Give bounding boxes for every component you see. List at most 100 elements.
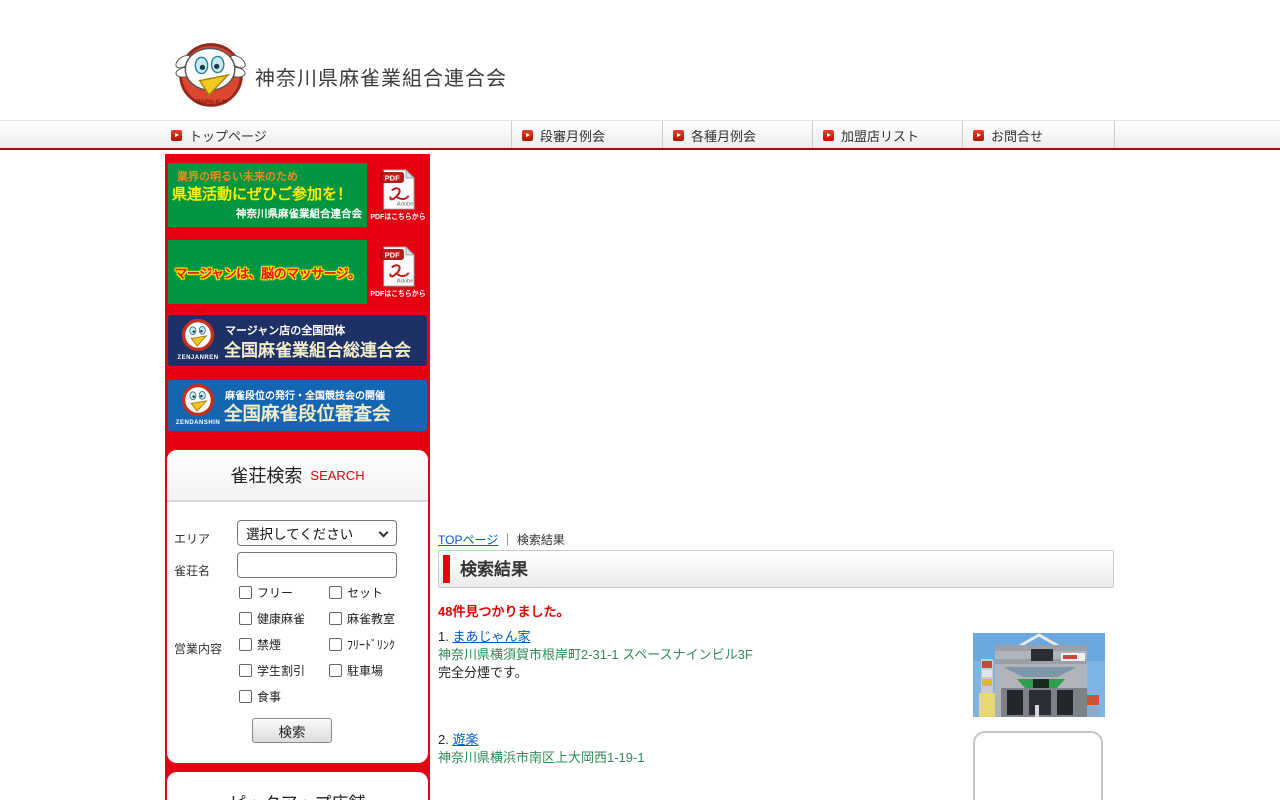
result-item-1: 1. まあじゃん家 神奈川県横須賀市根岸町2-31-1 スペースナインビル3F … — [438, 628, 753, 682]
bird-mascot-icon — [181, 383, 215, 417]
parlor-name-input[interactable] — [237, 552, 397, 578]
checkbox-label: 学生割引 — [257, 662, 305, 679]
nav-arrow-icon — [973, 130, 984, 141]
breadcrumb-separator: ｜ — [502, 533, 514, 547]
checkbox-no-smoking[interactable]: 禁煙 — [239, 636, 281, 653]
search-panel-title-en: SEARCH — [310, 468, 364, 483]
pdf-badge-label: PDF — [385, 173, 401, 182]
checkbox-icon[interactable] — [329, 638, 342, 651]
site-logo: TENPAI-KUN — [173, 36, 249, 112]
nav-item-contact[interactable]: お問合せ — [973, 121, 1043, 149]
nav-item-various-monthly[interactable]: 各種月例会 — [673, 121, 756, 149]
main-nav: トップページ 段審月例会 各種月例会 加盟店リスト お問合せ — [0, 120, 1280, 148]
checkbox-free[interactable]: フリー — [239, 584, 293, 601]
pdf-icon: PDF Adobe — [380, 246, 416, 287]
checkbox-label: 駐車場 — [347, 662, 383, 679]
checkbox-label: 禁煙 — [257, 636, 281, 653]
checkbox-meal[interactable]: 食事 — [239, 688, 281, 705]
checkbox-healthy-mahjong[interactable]: 健康麻雀 — [239, 610, 305, 627]
nav-item-dan-monthly[interactable]: 段審月例会 — [522, 121, 605, 149]
breadcrumb-current: 検索結果 — [517, 533, 565, 547]
photo-placeholder — [973, 731, 1103, 800]
result-name-link[interactable]: まあじゃん家 — [452, 629, 530, 644]
checkbox-parking[interactable]: 駐車場 — [329, 662, 383, 679]
business-content-label: 営業内容 — [174, 640, 222, 657]
result-address: 神奈川県横浜市南区上大岡西1-19-1 — [438, 749, 645, 767]
banner-brain-massage[interactable]: マージャンは、脳のマッサージ。 PDF Adobe PDFはこちらから — [168, 240, 427, 304]
checkbox-icon[interactable] — [239, 638, 252, 651]
nav-label: 加盟店リスト — [841, 126, 919, 145]
nav-arrow-icon — [823, 130, 834, 141]
pdf-link-label: PDFはこちらから — [370, 211, 425, 222]
page-title: 検索結果 — [460, 551, 528, 588]
area-select[interactable]: 選択してください — [237, 520, 397, 546]
nav-arrow-icon — [171, 130, 182, 141]
nav-label: 段審月例会 — [540, 126, 605, 145]
checkbox-label: 食事 — [257, 688, 281, 705]
heading-red-bar — [443, 555, 450, 583]
bird-mascot-icon: TENPAI-KUN — [173, 36, 249, 112]
pdf-icon: PDF Adobe — [380, 169, 416, 210]
banner-zendanshin[interactable]: ZENDANSHIN 麻雀段位の発行・全国競技会の開催 全国麻雀段位審査会 — [168, 380, 427, 431]
result-number: 1. — [438, 629, 449, 644]
result-name-line: 1. まあじゃん家 — [438, 628, 753, 646]
breadcrumb-top-link[interactable]: TOPページ — [438, 533, 498, 547]
building-photo-graphic — [973, 633, 1105, 717]
checkbox-student-discount[interactable]: 学生割引 — [239, 662, 305, 679]
checkbox-icon[interactable] — [239, 664, 252, 677]
result-count: 48件見つかりました。 — [438, 601, 569, 620]
chevron-down-icon — [379, 528, 389, 538]
result-name-line: 2. 遊楽 — [438, 731, 645, 749]
zenjanren-logo-label: ZENJANREN — [175, 355, 221, 361]
nav-separator — [1114, 121, 1115, 149]
result-name-link[interactable]: 遊楽 — [452, 732, 478, 747]
result-address: 神奈川県横須賀市根岸町2-31-1 スペースナインビル3F — [438, 646, 753, 664]
banner-line2: 県連活動にぜひご参加を！ — [172, 183, 352, 204]
checkbox-label: ﾌﾘｰﾄﾞﾘﾝｸ — [347, 636, 395, 653]
nav-label: トップページ — [189, 126, 267, 145]
banner-slogan: マージャンは、脳のマッサージ。 — [168, 263, 367, 282]
nav-arrow-icon — [673, 130, 684, 141]
bird-mascot-icon — [181, 318, 215, 352]
nav-label: 各種月例会 — [691, 126, 756, 145]
breadcrumb: TOPページ ｜ 検索結果 — [438, 531, 565, 548]
checkbox-label: 麻雀教室 — [347, 610, 395, 627]
zendanshin-logo: ZENDANSHIN — [175, 383, 221, 426]
sidebar: 業界の明るい未来のため 県連活動にぜひご参加を！ 神奈川県麻雀業組合連合会 PD… — [165, 154, 430, 800]
pdf-download-link[interactable]: PDF Adobe PDFはこちらから — [369, 240, 427, 304]
area-label: エリア — [174, 530, 210, 547]
nav-separator — [962, 121, 963, 149]
zendanshin-logo-label: ZENDANSHIN — [175, 420, 221, 426]
area-select-value: 選択してください — [246, 523, 353, 543]
checkbox-label: セット — [347, 584, 383, 601]
nav-separator — [511, 121, 512, 149]
checkbox-icon[interactable] — [239, 690, 252, 703]
checkbox-mahjong-class[interactable]: 麻雀教室 — [329, 610, 395, 627]
checkbox-icon[interactable] — [239, 612, 252, 625]
parlor-name-label: 雀荘名 — [174, 562, 210, 579]
nav-item-top-page[interactable]: トップページ — [171, 121, 267, 149]
checkbox-icon[interactable] — [329, 664, 342, 677]
banner-line3: 神奈川県麻雀業組合連合会 — [236, 206, 362, 221]
logo-caption: TENPAI-KUN — [195, 99, 226, 105]
checkbox-icon[interactable] — [329, 612, 342, 625]
pickup-stores-panel: ピックアップ店舗 — [167, 772, 428, 800]
banner-kenren-sanka[interactable]: 業界の明るい未来のため 県連活動にぜひご参加を！ 神奈川県麻雀業組合連合会 PD… — [168, 163, 427, 227]
search-panel-header: 雀荘検索 SEARCH — [167, 450, 428, 502]
checkbox-icon[interactable] — [329, 586, 342, 599]
nav-separator — [812, 121, 813, 149]
result-note: 完全分煙です。 — [438, 664, 753, 682]
checkbox-icon[interactable] — [239, 586, 252, 599]
banner-line1: 業界の明るい未来のため — [177, 168, 298, 184]
checkbox-set[interactable]: セット — [329, 584, 383, 601]
search-button[interactable]: 検索 — [252, 718, 332, 743]
pdf-badge-label: PDF — [385, 250, 401, 259]
nav-item-member-stores[interactable]: 加盟店リスト — [823, 121, 919, 149]
nav-arrow-icon — [522, 130, 533, 141]
checkbox-free-drink[interactable]: ﾌﾘｰﾄﾞﾘﾝｸ — [329, 636, 395, 653]
search-results-heading-box: 検索結果 — [438, 550, 1114, 588]
nav-red-underline — [0, 148, 1280, 150]
pdf-download-link[interactable]: PDF Adobe PDFはこちらから — [369, 163, 427, 227]
banner-green-box: 業界の明るい未来のため 県連活動にぜひご参加を！ 神奈川県麻雀業組合連合会 — [168, 163, 367, 227]
banner-zenjanren[interactable]: ZENJANREN マージャン店の全国団体 全国麻雀業組合総連合会 — [168, 315, 427, 366]
